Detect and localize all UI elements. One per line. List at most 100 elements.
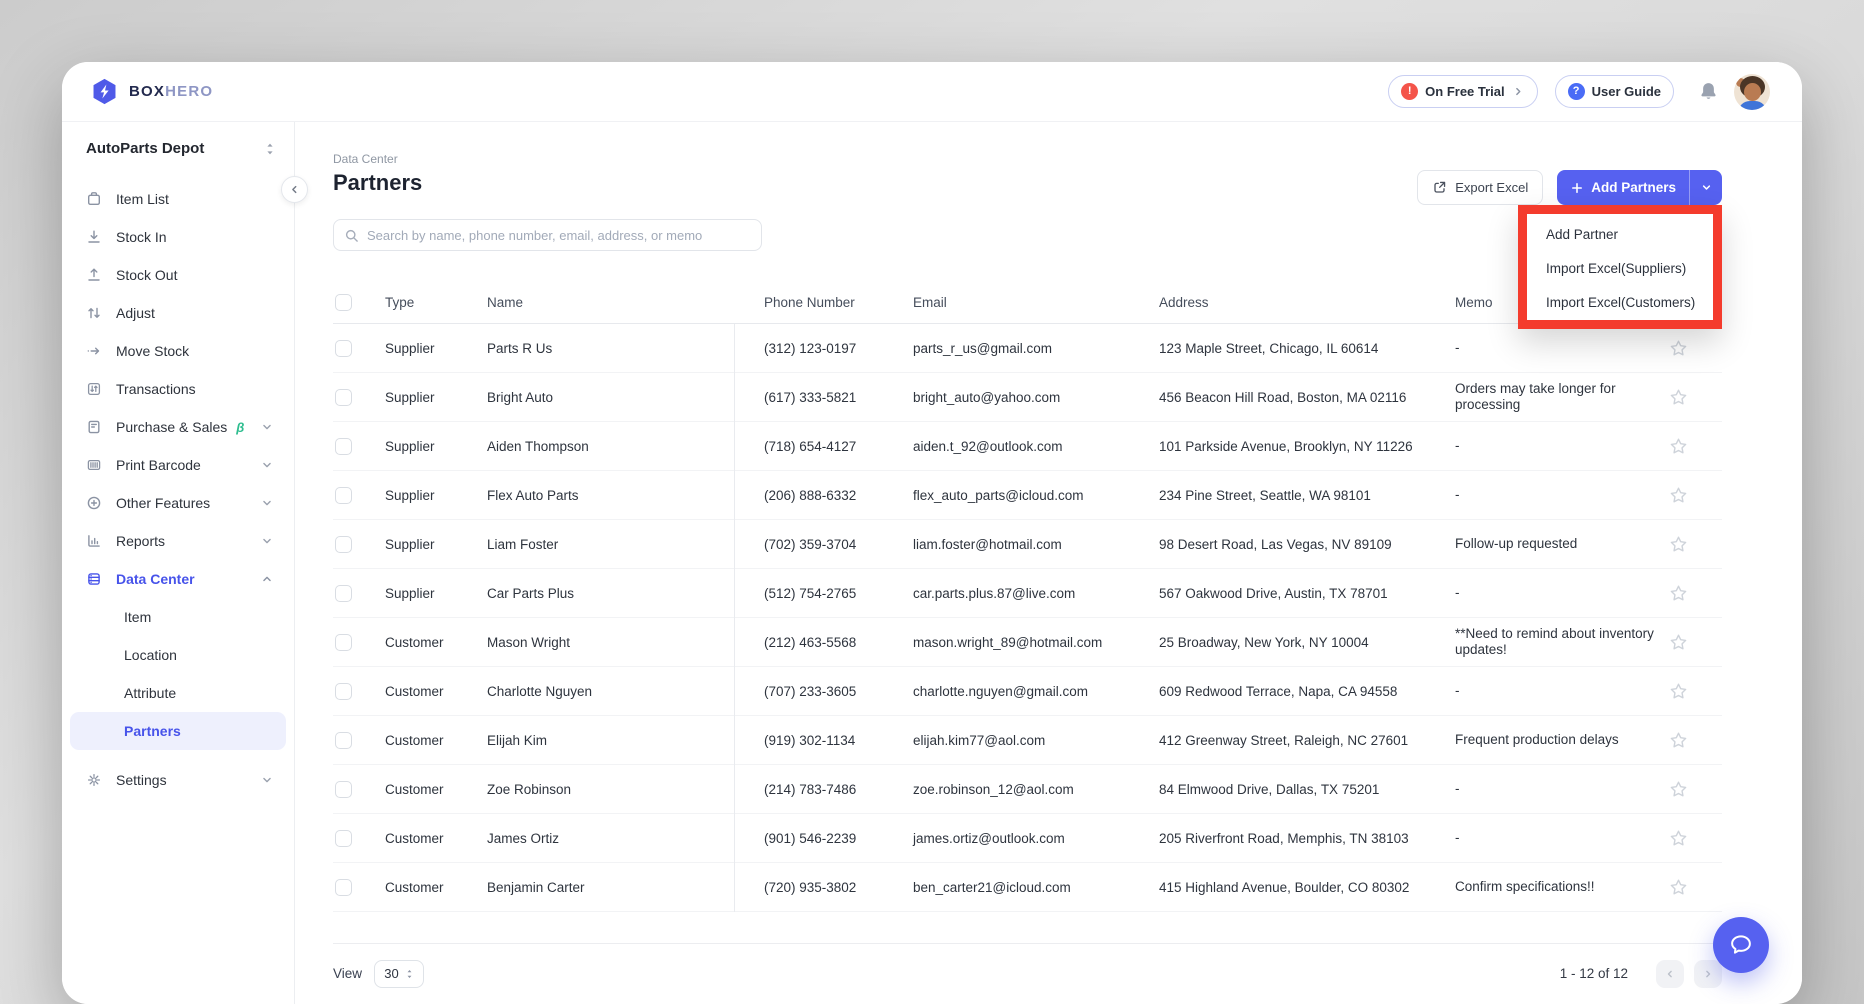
- user-avatar[interactable]: [1734, 74, 1770, 110]
- favorite-star-icon[interactable]: [1669, 682, 1688, 701]
- table-row[interactable]: Customer Elijah Kim (919) 302-1134 elija…: [333, 716, 1722, 765]
- sidebar-subitem-label: Partners: [124, 723, 181, 739]
- add-partners-menu-button[interactable]: [1690, 170, 1722, 205]
- favorite-star-icon[interactable]: [1669, 878, 1688, 897]
- row-checkbox[interactable]: [335, 683, 352, 700]
- topbar-actions: ! On Free Trial ? User Guide: [1388, 74, 1770, 110]
- cell-address: 609 Redwood Terrace, Napa, CA 94558: [1159, 684, 1455, 699]
- favorite-star-icon[interactable]: [1669, 584, 1688, 603]
- favorite-star-icon[interactable]: [1669, 780, 1688, 799]
- row-checkbox[interactable]: [335, 781, 352, 798]
- cell-phone: (312) 123-0197: [734, 341, 913, 356]
- cell-memo: -: [1455, 438, 1669, 454]
- row-checkbox[interactable]: [335, 438, 352, 455]
- column-header-email[interactable]: Email: [913, 295, 1159, 310]
- column-header-type[interactable]: Type: [385, 295, 487, 310]
- row-checkbox[interactable]: [335, 536, 352, 553]
- row-checkbox[interactable]: [335, 732, 352, 749]
- sidebar-subitem-location[interactable]: Location: [70, 636, 286, 674]
- sidebar-collapse-button[interactable]: [281, 176, 308, 203]
- topbar: BOXHERO ! On Free Trial ? User Guide: [62, 62, 1802, 122]
- sidebar-item-data-center[interactable]: Data Center: [62, 560, 294, 598]
- table-row[interactable]: Supplier Parts R Us (312) 123-0197 parts…: [333, 324, 1722, 373]
- notifications-bell-icon[interactable]: [1698, 81, 1719, 102]
- team-switcher[interactable]: AutoParts Depot: [62, 122, 294, 157]
- sidebar-subitem-attribute[interactable]: Attribute: [70, 674, 286, 712]
- sidebar-item-adjust[interactable]: Adjust: [62, 294, 294, 332]
- cell-memo: Follow-up requested: [1455, 536, 1669, 552]
- on-free-trial-button[interactable]: ! On Free Trial: [1388, 75, 1537, 108]
- cell-email: car.parts.plus.87@live.com: [913, 586, 1159, 601]
- row-checkbox[interactable]: [335, 879, 352, 896]
- user-guide-button[interactable]: ? User Guide: [1555, 75, 1674, 108]
- menu-item-add-partner[interactable]: Add Partner: [1527, 217, 1713, 251]
- plus-icon: [1570, 181, 1584, 195]
- previous-page-button[interactable]: [1656, 960, 1684, 988]
- sidebar-item-print-barcode[interactable]: Print Barcode: [62, 446, 294, 484]
- cell-email: charlotte.nguyen@gmail.com: [913, 684, 1159, 699]
- brand-text: BOXHERO: [129, 83, 213, 100]
- boxhero-logo[interactable]: BOXHERO: [90, 77, 213, 106]
- sidebar-item-item-list[interactable]: Item List: [62, 180, 294, 218]
- sidebar-item-stock-out[interactable]: Stock Out: [62, 256, 294, 294]
- next-page-button[interactable]: [1694, 960, 1722, 988]
- table-row[interactable]: Customer Mason Wright (212) 463-5568 mas…: [333, 618, 1722, 667]
- desktop-background: BOXHERO ! On Free Trial ? User Guide: [0, 0, 1864, 1004]
- breadcrumb[interactable]: Data Center: [333, 152, 398, 166]
- chevron-left-icon: [1664, 968, 1676, 980]
- cell-name: Bright Auto: [487, 390, 734, 405]
- table-row[interactable]: Supplier Bright Auto (617) 333-5821 brig…: [333, 373, 1722, 422]
- table-row[interactable]: Customer Zoe Robinson (214) 783-7486 zoe…: [333, 765, 1722, 814]
- favorite-star-icon[interactable]: [1669, 633, 1688, 652]
- sidebar-item-settings[interactable]: Settings: [62, 761, 294, 799]
- favorite-star-icon[interactable]: [1669, 829, 1688, 848]
- table-row[interactable]: Customer James Ortiz (901) 546-2239 jame…: [333, 814, 1722, 863]
- table-row[interactable]: Supplier Flex Auto Parts (206) 888-6332 …: [333, 471, 1722, 520]
- frozen-column-divider: [734, 324, 735, 912]
- row-checkbox[interactable]: [335, 585, 352, 602]
- row-checkbox[interactable]: [335, 830, 352, 847]
- table-row[interactable]: Supplier Car Parts Plus (512) 754-2765 c…: [333, 569, 1722, 618]
- cell-memo: Confirm specifications!!: [1455, 879, 1669, 895]
- sidebar-item-stock-in[interactable]: Stock In: [62, 218, 294, 256]
- sidebar-subitem-partners[interactable]: Partners: [70, 712, 286, 750]
- column-header-name[interactable]: Name: [487, 295, 734, 310]
- column-header-phone[interactable]: Phone Number: [734, 295, 913, 310]
- table-row[interactable]: Supplier Liam Foster (702) 359-3704 liam…: [333, 520, 1722, 569]
- plus-circle-icon: [86, 495, 102, 511]
- page-size-select[interactable]: 30: [374, 960, 424, 988]
- favorite-star-icon[interactable]: [1669, 388, 1688, 407]
- sidebar-item-label: Adjust: [116, 305, 155, 321]
- search-input[interactable]: [367, 228, 751, 243]
- row-checkbox[interactable]: [335, 634, 352, 651]
- favorite-star-icon[interactable]: [1669, 486, 1688, 505]
- select-all-checkbox[interactable]: [335, 294, 352, 311]
- column-header-address[interactable]: Address: [1159, 295, 1455, 310]
- sidebar-item-label: Stock In: [116, 229, 167, 245]
- sidebar-item-purchase-sales[interactable]: Purchase & Sales β: [62, 408, 294, 446]
- favorite-star-icon[interactable]: [1669, 437, 1688, 456]
- export-excel-button[interactable]: Export Excel: [1417, 170, 1543, 205]
- sidebar-subitem-item[interactable]: Item: [70, 598, 286, 636]
- sidebar-item-reports[interactable]: Reports: [62, 522, 294, 560]
- favorite-star-icon[interactable]: [1669, 535, 1688, 554]
- menu-item-import-excel-suppliers[interactable]: Import Excel(Suppliers): [1527, 251, 1713, 285]
- chat-support-button[interactable]: [1713, 917, 1769, 973]
- cell-memo: -: [1455, 781, 1669, 797]
- row-checkbox[interactable]: [335, 389, 352, 406]
- chevron-up-icon: [260, 572, 274, 586]
- annotation-red-box: Add Partner Import Excel(Suppliers) Impo…: [1518, 205, 1722, 329]
- sidebar-item-move-stock[interactable]: Move Stock: [62, 332, 294, 370]
- trial-alert-icon: !: [1401, 83, 1418, 100]
- table-row[interactable]: Customer Charlotte Nguyen (707) 233-3605…: [333, 667, 1722, 716]
- add-partners-button[interactable]: Add Partners: [1557, 170, 1689, 205]
- sidebar-item-other-features[interactable]: Other Features: [62, 484, 294, 522]
- table-row[interactable]: Supplier Aiden Thompson (718) 654-4127 a…: [333, 422, 1722, 471]
- sidebar-item-transactions[interactable]: Transactions: [62, 370, 294, 408]
- menu-item-import-excel-customers[interactable]: Import Excel(Customers): [1527, 285, 1713, 319]
- row-checkbox[interactable]: [335, 340, 352, 357]
- favorite-star-icon[interactable]: [1669, 339, 1688, 358]
- favorite-star-icon[interactable]: [1669, 731, 1688, 750]
- table-row[interactable]: Customer Benjamin Carter (720) 935-3802 …: [333, 863, 1722, 912]
- row-checkbox[interactable]: [335, 487, 352, 504]
